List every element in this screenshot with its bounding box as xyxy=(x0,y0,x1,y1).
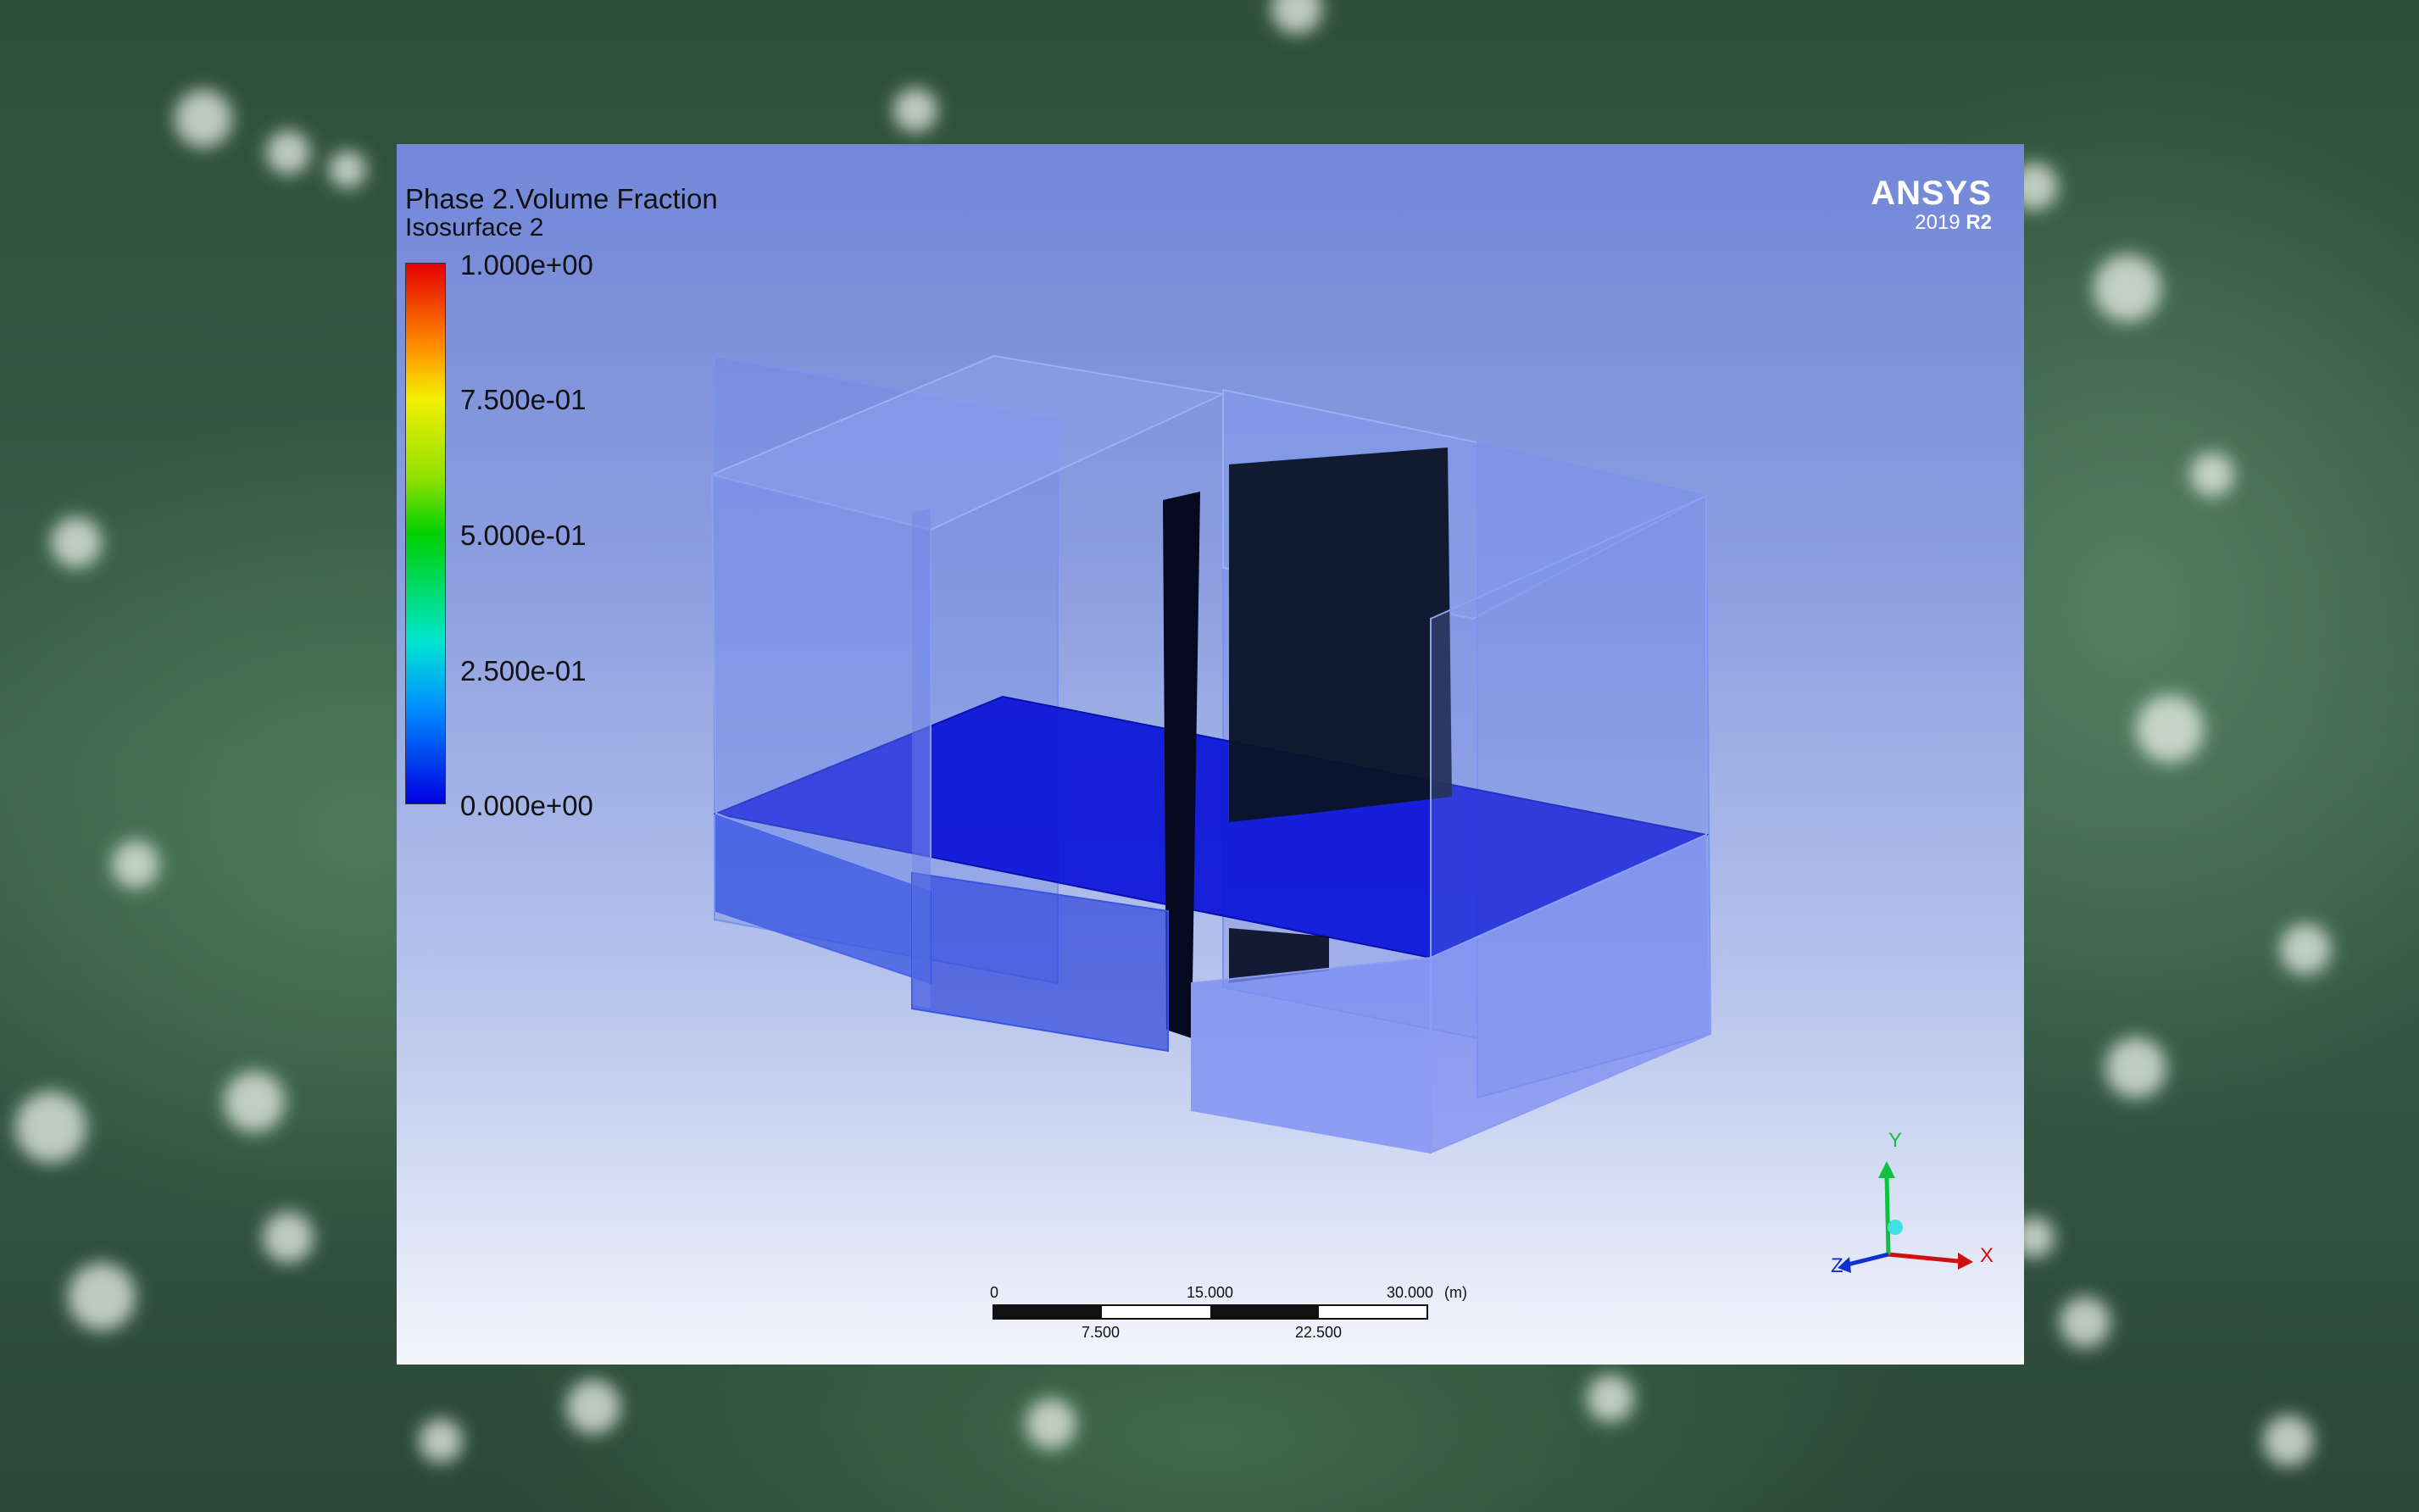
cfd-viewport[interactable]: Phase 2.Volume Fraction Isosurface 2 1.0… xyxy=(397,144,2024,1365)
axis-triad xyxy=(1838,1161,1973,1273)
axis-y-label: Y xyxy=(1888,1129,1903,1152)
axis-z-label: Z xyxy=(1831,1254,1843,1277)
axis-x-label: X xyxy=(1980,1244,1994,1267)
